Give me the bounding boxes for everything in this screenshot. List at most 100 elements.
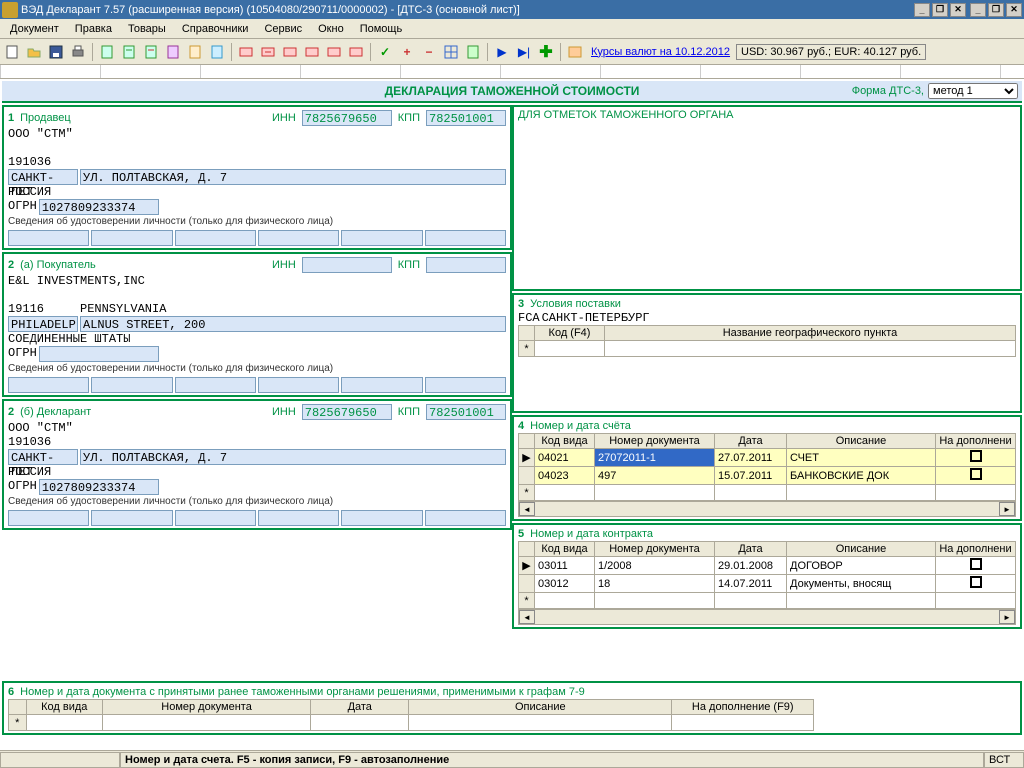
buyer-idinfo: Сведения об удостоверении личности (толь…: [8, 362, 506, 375]
seller-id2[interactable]: [91, 230, 172, 246]
declarant-city-field[interactable]: САНКТ-ПЕТ: [8, 449, 78, 465]
declarant-id1[interactable]: [8, 510, 89, 526]
tb-grid-icon[interactable]: [441, 42, 461, 62]
win-minimize-button[interactable]: _: [970, 3, 986, 17]
tb-rates-link[interactable]: Курсы валют на 10.12.2012: [591, 46, 730, 58]
menu-service[interactable]: Сервис: [256, 21, 310, 37]
buyer-id1[interactable]: [8, 377, 89, 393]
buyer-ogrn-field[interactable]: [39, 346, 159, 362]
menu-document[interactable]: Документ: [2, 21, 67, 37]
seller-label: Продавец: [20, 112, 71, 124]
tb-red4-icon[interactable]: [302, 42, 322, 62]
invoice-table[interactable]: Код вида Номер документа Дата Описание Н…: [518, 433, 1016, 501]
seller-zip: 191036: [8, 155, 506, 169]
menu-window[interactable]: Окно: [310, 21, 352, 37]
seller-kpp-field[interactable]: 782501001: [426, 110, 506, 126]
seller-id5[interactable]: [341, 230, 422, 246]
buyer-id2[interactable]: [91, 377, 172, 393]
buyer-name: E&L INVESTMENTS,INC: [8, 274, 506, 288]
seller-id6[interactable]: [425, 230, 506, 246]
seller-id3[interactable]: [175, 230, 256, 246]
buyer-id4[interactable]: [258, 377, 339, 393]
seller-ogrn-field[interactable]: 1027809233374: [39, 199, 159, 215]
table-row[interactable]: 04023 497 15.07.2011 БАНКОВСКИЕ ДОК: [519, 467, 1016, 485]
win-restore-button[interactable]: ❐: [988, 3, 1004, 17]
earlier-docs-table[interactable]: Код вида Номер документа Дата Описание Н…: [8, 699, 814, 731]
seller-id4[interactable]: [258, 230, 339, 246]
tb-red3-icon[interactable]: [280, 42, 300, 62]
tb-red5-icon[interactable]: [324, 42, 344, 62]
checkbox[interactable]: [970, 450, 982, 462]
buyer-id3[interactable]: [175, 377, 256, 393]
scroll-right-icon[interactable]: ►: [999, 502, 1015, 516]
tb-red6-icon[interactable]: [346, 42, 366, 62]
buyer-city-field[interactable]: PHILADELP: [8, 316, 78, 332]
new-row-icon[interactable]: *: [9, 715, 27, 731]
tb-doc1-icon[interactable]: [97, 42, 117, 62]
buyer-id6[interactable]: [425, 377, 506, 393]
win-close-button[interactable]: ✕: [1006, 3, 1022, 17]
tb-doc-green-icon[interactable]: [463, 42, 483, 62]
seller-inn-field[interactable]: 7825679650: [302, 110, 392, 126]
delivery-table[interactable]: Код (F4) Название географического пункта…: [518, 325, 1016, 357]
scroll-left-icon[interactable]: ◄: [519, 610, 535, 624]
tb-red2-icon[interactable]: [258, 42, 278, 62]
scroll-right-icon[interactable]: ►: [999, 610, 1015, 624]
declarant-id6[interactable]: [425, 510, 506, 526]
tb-open-icon[interactable]: [24, 42, 44, 62]
declarant-ogrn-field[interactable]: 1027809233374: [39, 479, 159, 495]
buyer-id5[interactable]: [341, 377, 422, 393]
tb-check-icon[interactable]: ✓: [375, 42, 395, 62]
menu-goods[interactable]: Товары: [120, 21, 174, 37]
mdi-restore-button[interactable]: ❐: [932, 3, 948, 17]
menu-edit[interactable]: Правка: [67, 21, 120, 37]
form-method-select[interactable]: метод 1: [928, 83, 1018, 99]
table-row[interactable]: ▶ 03011 1/2008 29.01.2008 ДОГОВОР: [519, 557, 1016, 575]
declarant-id4[interactable]: [258, 510, 339, 526]
tb-add-icon[interactable]: ✚: [536, 42, 556, 62]
table-row[interactable]: ▶ 04021 27072011-1 27.07.2011 СЧЕТ: [519, 449, 1016, 467]
tb-doc4-icon[interactable]: [163, 42, 183, 62]
tb-doc2-icon[interactable]: [119, 42, 139, 62]
tb-red1-icon[interactable]: [236, 42, 256, 62]
buyer-kpp-field[interactable]: [426, 257, 506, 273]
declarant-id2[interactable]: [91, 510, 172, 526]
declarant-inn-field[interactable]: 7825679650: [302, 404, 392, 420]
checkbox[interactable]: [970, 558, 982, 570]
mdi-minimize-button[interactable]: _: [914, 3, 930, 17]
menu-dicts[interactable]: Справочники: [174, 21, 257, 37]
seller-city-field[interactable]: САНКТ-ПЕТ: [8, 169, 78, 185]
tb-new-icon[interactable]: [2, 42, 22, 62]
checkbox[interactable]: [970, 576, 982, 588]
tb-save-icon[interactable]: [46, 42, 66, 62]
declarant-kpp-field[interactable]: 782501001: [426, 404, 506, 420]
tb-end-icon[interactable]: ▶|: [514, 42, 534, 62]
contract-scrollbar[interactable]: ◄ ►: [518, 609, 1016, 625]
tb-play-icon[interactable]: ▶: [492, 42, 512, 62]
new-row-icon[interactable]: *: [519, 593, 535, 609]
buyer-num: 2: [8, 259, 14, 271]
declarant-id5[interactable]: [341, 510, 422, 526]
declarant-addr-field[interactable]: УЛ. ПОЛТАВСКАЯ, Д. 7: [80, 449, 506, 465]
tb-print-icon[interactable]: [68, 42, 88, 62]
invoice-scrollbar[interactable]: ◄ ►: [518, 501, 1016, 517]
scroll-left-icon[interactable]: ◄: [519, 502, 535, 516]
mdi-close-button[interactable]: ✕: [950, 3, 966, 17]
tb-doc5-icon[interactable]: [185, 42, 205, 62]
buyer-inn-field[interactable]: [302, 257, 392, 273]
declarant-id3[interactable]: [175, 510, 256, 526]
tb-minus-icon[interactable]: −: [419, 42, 439, 62]
tb-doc3-icon[interactable]: [141, 42, 161, 62]
table-row[interactable]: 03012 18 14.07.2011 Документы, вносящ: [519, 575, 1016, 593]
new-row-icon[interactable]: *: [519, 341, 535, 357]
seller-id1[interactable]: [8, 230, 89, 246]
tb-app-icon[interactable]: [565, 42, 585, 62]
checkbox[interactable]: [970, 468, 982, 480]
seller-addr-field[interactable]: УЛ. ПОЛТАВСКАЯ, Д. 7: [80, 169, 506, 185]
tb-doc6-icon[interactable]: [207, 42, 227, 62]
menu-help[interactable]: Помощь: [352, 21, 411, 37]
buyer-addr-field[interactable]: ALNUS STREET, 200: [80, 316, 506, 332]
tb-plus-icon[interactable]: +: [397, 42, 417, 62]
contract-table[interactable]: Код вида Номер документа Дата Описание Н…: [518, 541, 1016, 609]
new-row-icon[interactable]: *: [519, 485, 535, 501]
